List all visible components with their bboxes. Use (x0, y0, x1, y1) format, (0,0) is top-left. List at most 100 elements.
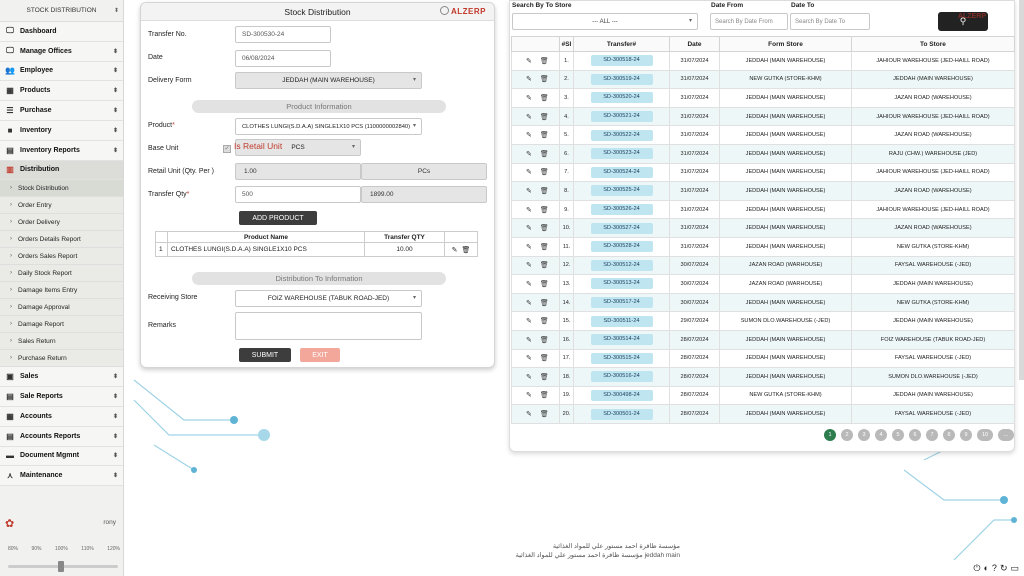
edit-icon[interactable]: ✎ (526, 318, 532, 325)
submenu-item-damage-items-entry[interactable]: › Damage Items Entry (0, 282, 123, 300)
sidebar-item-accounts-reports[interactable]: ▤ Accounts Reports ⬍ (0, 426, 123, 447)
transfer-link[interactable]: SD-300512-24 (590, 259, 653, 271)
edit-icon[interactable]: ✎ (526, 58, 532, 65)
transfer-link[interactable]: SD-300498-24 (590, 389, 653, 401)
edit-icon[interactable]: ✎ (526, 114, 532, 121)
transfer-link[interactable]: SD-300528-24 (590, 241, 653, 253)
sidebar-item-maintenance[interactable]: ⋏ Maintenance ⬍ (0, 466, 123, 487)
page-button[interactable]: 9 (960, 429, 972, 441)
edit-icon[interactable]: ✎ (526, 262, 532, 269)
sidebar-item-accounts[interactable]: ▦ Accounts ⬍ (0, 406, 123, 427)
trash-icon[interactable]: 🗑 (540, 76, 549, 83)
edit-icon[interactable]: ✎ (526, 169, 532, 176)
trash-icon[interactable]: 🗑 (540, 58, 549, 65)
office-selector[interactable]: STOCK DISTRIBUTION ⬍ (0, 0, 123, 22)
edit-icon[interactable]: ✎ (526, 355, 532, 362)
trash-icon[interactable]: 🗑 (540, 318, 549, 325)
product-select[interactable]: CLOTHES LUNGI(S.D.A.A) SINGLE1X10 PCS (1… (235, 118, 422, 135)
transfer-link[interactable]: SD-300523-24 (590, 148, 653, 160)
transfer-link[interactable]: SD-300524-24 (590, 166, 653, 178)
zoom-level-4[interactable]: 120% (107, 546, 120, 552)
transfer-link[interactable]: SD-300519-24 (590, 73, 653, 85)
edit-icon[interactable]: ✎ (526, 188, 532, 195)
transfer-link[interactable]: SD-300516-24 (590, 371, 653, 383)
transfer-link[interactable]: SD-300501-24 (590, 408, 653, 420)
zoom-level-0[interactable]: 80% (8, 546, 18, 552)
edit-icon[interactable]: ✎ (452, 247, 458, 254)
username[interactable]: rony (103, 519, 116, 526)
transfer-link[interactable]: SD-300518-24 (590, 55, 653, 67)
edit-icon[interactable]: ✎ (526, 76, 532, 83)
trash-icon[interactable]: 🗑 (540, 281, 549, 288)
transfer-qty-field[interactable]: 500 (235, 186, 361, 203)
zoom-level-3[interactable]: 110% (81, 546, 93, 552)
trash-icon[interactable]: 🗑 (540, 244, 549, 251)
store-filter-select[interactable]: --- ALL --- (512, 13, 698, 30)
submenu-item-orders-sales-report[interactable]: › Orders Sales Report (0, 248, 123, 266)
sidebar-item-sale-reports[interactable]: ▤ Sale Reports ⬍ (0, 387, 123, 407)
trash-icon[interactable]: 🗑 (540, 114, 549, 121)
edit-icon[interactable]: ✎ (526, 132, 532, 139)
edit-icon[interactable]: ✎ (526, 337, 532, 344)
transfer-link[interactable]: SD-300526-24 (590, 204, 653, 216)
submenu-item-order-entry[interactable]: › Order Entry (0, 197, 123, 215)
add-product-button[interactable]: ADD PRODUCT (239, 211, 317, 225)
receiving-store-select[interactable]: FOIZ WAREHOUSE (TABUK ROAD-JED) (235, 290, 422, 307)
sidebar-item-sales[interactable]: ▣ Sales ⬍ (0, 367, 123, 388)
help-icon[interactable]: ? (992, 563, 997, 574)
submenu-item-orders-details-report[interactable]: › Orders Details Report (0, 231, 123, 249)
trash-icon[interactable]: 🗑 (540, 207, 549, 214)
edit-icon[interactable]: ✎ (526, 374, 532, 381)
edit-icon[interactable]: ✎ (526, 225, 532, 232)
trash-icon[interactable]: 🗑 (540, 337, 549, 344)
submenu-item-daily-stock-report[interactable]: › Daily Stock Report (0, 265, 123, 283)
sidebar-item-manage-offices[interactable]: 🖵 Manage Offices ⬍ (0, 41, 123, 62)
sidebar-item-inventory[interactable]: ■ Inventory ⬍ (0, 120, 123, 141)
edit-icon[interactable]: ✎ (526, 392, 532, 399)
exit-button[interactable]: EXIT (300, 348, 340, 362)
transfer-link[interactable]: SD-300511-24 (590, 315, 653, 327)
transfer-link[interactable]: SD-300514-24 (590, 334, 653, 346)
sidebar-item-inventory-reports[interactable]: ▤ Inventory Reports ⬍ (0, 140, 123, 161)
edit-icon[interactable]: ✎ (526, 411, 532, 418)
globe-icon[interactable]: ◐ (983, 563, 988, 574)
zoom-slider-thumb[interactable] (58, 561, 64, 572)
submenu-item-order-delivery[interactable]: › Order Delivery (0, 214, 123, 232)
trash-icon[interactable]: 🗑 (540, 262, 549, 269)
page-button[interactable]: 4 (875, 429, 887, 441)
transfer-link[interactable]: SD-300515-24 (590, 352, 653, 364)
transfer-link[interactable]: SD-300517-24 (590, 297, 653, 309)
trash-icon[interactable]: 🗑 (540, 151, 549, 158)
date-from-input[interactable]: Search By Date From (710, 13, 788, 30)
trash-icon[interactable]: 🗑 (540, 169, 549, 176)
page-button[interactable]: 7 (926, 429, 938, 441)
page-button[interactable]: 6 (909, 429, 921, 441)
edit-icon[interactable]: ✎ (526, 300, 532, 307)
trash-icon[interactable]: 🗑 (540, 188, 549, 195)
sidebar-item-document-mgmnt[interactable]: ▬ Document Mgmnt ⬍ (0, 446, 123, 467)
trash-icon[interactable]: 🗑 (540, 411, 549, 418)
trash-icon[interactable]: 🗑 (540, 374, 549, 381)
page-button[interactable]: 5 (892, 429, 904, 441)
sidebar-item-distribution[interactable]: ▥ Distribution (0, 160, 123, 181)
page-button[interactable]: 8 (943, 429, 955, 441)
trash-icon[interactable]: 🗑 (540, 95, 549, 102)
zoom-level-2[interactable]: 100% (55, 546, 68, 552)
sidebar-item-purchase[interactable]: ☰ Purchase ⬍ (0, 101, 123, 121)
submit-button[interactable]: SUBMIT (239, 348, 291, 362)
submenu-item-damage-approval[interactable]: › Damage Approval (0, 299, 123, 317)
is-retail-unit-checkbox[interactable]: ✓ Is Retail Unit (223, 141, 282, 153)
trash-icon[interactable]: 🗑 (540, 225, 549, 232)
page-button[interactable]: 2 (841, 429, 853, 441)
trash-icon[interactable]: 🗑 (461, 247, 470, 254)
edit-icon[interactable]: ✎ (526, 207, 532, 214)
page-button[interactable]: 1 (824, 429, 836, 441)
transfer-link[interactable]: SD-300527-24 (590, 222, 653, 234)
edit-icon[interactable]: ✎ (526, 151, 532, 158)
edit-icon[interactable]: ✎ (526, 244, 532, 251)
page-button[interactable]: ... (998, 429, 1014, 441)
transfer-link[interactable]: SD-300525-24 (590, 185, 653, 197)
delivery-form-select[interactable]: JEDDAH (MAIN WAREHOUSE) (235, 72, 422, 89)
remarks-textarea[interactable] (235, 312, 422, 340)
transfer-link[interactable]: SD-300522-24 (590, 129, 653, 141)
